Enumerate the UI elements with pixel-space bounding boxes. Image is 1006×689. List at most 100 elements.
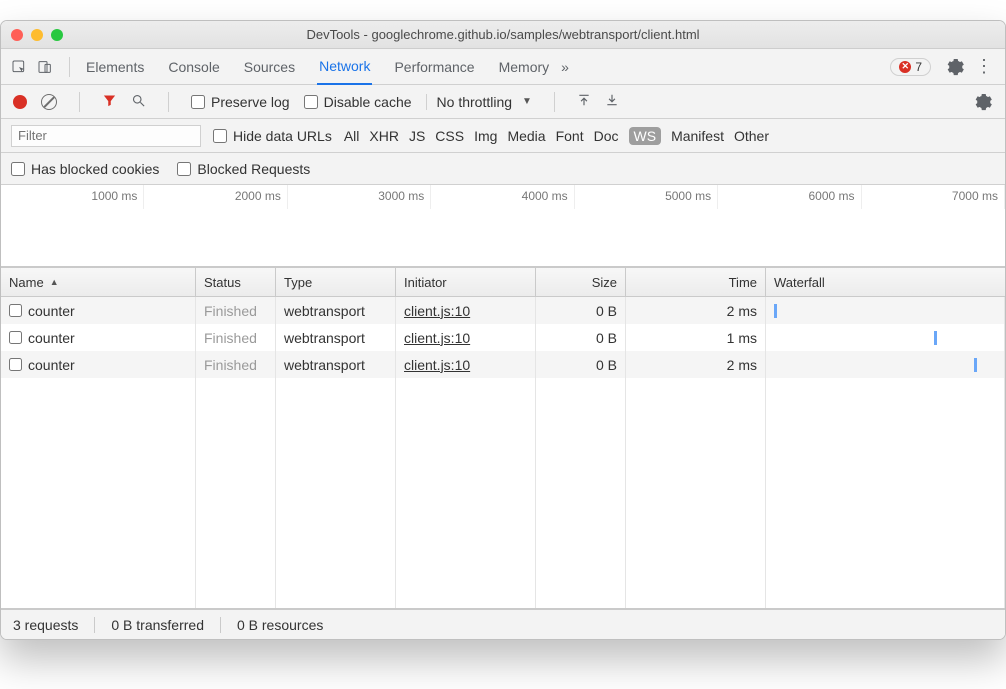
request-row[interactable]: counter Finishedwebtransport client.js:10 0… — [1, 297, 1005, 324]
hide-data-urls-label: Hide data URLs — [233, 128, 332, 144]
request-time: 1 ms — [626, 324, 766, 351]
blocked-cookies-checkbox[interactable]: Has blocked cookies — [11, 161, 159, 177]
request-type: webtransport — [276, 297, 396, 324]
tab-elements[interactable]: Elements — [84, 50, 146, 84]
inspect-icon[interactable] — [9, 57, 29, 77]
request-time: 2 ms — [626, 351, 766, 378]
close-icon[interactable] — [11, 29, 23, 41]
divider — [69, 57, 70, 77]
filter-type-all[interactable]: All — [344, 128, 360, 144]
filter-type-xhr[interactable]: XHR — [369, 128, 399, 144]
window-title: DevTools - googlechrome.github.io/sample… — [1, 27, 1005, 42]
filter-bar-row2: Has blocked cookies Blocked Requests — [1, 153, 1005, 185]
settings-icon[interactable] — [945, 57, 965, 77]
preserve-log-checkbox[interactable]: Preserve log — [191, 94, 290, 110]
import-har-icon[interactable] — [577, 93, 591, 110]
devtools-window: DevTools - googlechrome.github.io/sample… — [0, 20, 1006, 640]
table-empty-area — [1, 378, 1005, 609]
panel-tabbar: Elements Console Sources Network Performance… — [1, 49, 1005, 85]
overview-timeline[interactable]: 1000 ms2000 ms3000 ms4000 ms5000 ms6000 … — [1, 185, 1005, 267]
error-count-badge[interactable]: ✕ 7 — [890, 58, 931, 76]
request-size: 0 B — [536, 351, 626, 378]
col-waterfall[interactable]: Waterfall — [766, 268, 1005, 296]
minimize-icon[interactable] — [31, 29, 43, 41]
request-size: 0 B — [536, 324, 626, 351]
timeline-tick: 4000 ms — [431, 185, 574, 209]
filter-type-js[interactable]: JS — [409, 128, 425, 144]
tab-performance[interactable]: Performance — [392, 50, 476, 84]
col-type[interactable]: Type — [276, 268, 396, 296]
hide-data-urls-checkbox[interactable]: Hide data URLs — [213, 128, 332, 144]
col-time[interactable]: Time — [626, 268, 766, 296]
filter-type-other[interactable]: Other — [734, 128, 769, 144]
kebab-menu-icon[interactable]: ⋮ — [971, 56, 997, 77]
blocked-cookies-label: Has blocked cookies — [31, 161, 159, 177]
request-rows: counter Finishedwebtransport client.js:10 0… — [1, 297, 1005, 378]
timeline-tick: 3000 ms — [288, 185, 431, 209]
network-toolbar: Preserve log Disable cache No throttling… — [1, 85, 1005, 119]
filter-type-img[interactable]: Img — [474, 128, 497, 144]
filter-type-font[interactable]: Font — [556, 128, 584, 144]
filter-input[interactable] — [11, 125, 201, 147]
row-checkbox[interactable] — [9, 358, 22, 371]
error-icon: ✕ — [899, 61, 911, 73]
divider — [94, 617, 95, 633]
table-header: Name▲ Status Type Initiator Size Time Wa… — [1, 267, 1005, 297]
request-name: counter — [28, 303, 75, 319]
request-size: 0 B — [536, 297, 626, 324]
overflow-tabs[interactable]: » — [557, 50, 571, 84]
row-checkbox[interactable] — [9, 331, 22, 344]
status-requests: 3 requests — [13, 617, 78, 633]
blocked-requests-label: Blocked Requests — [197, 161, 310, 177]
filter-toggle-icon[interactable] — [102, 93, 117, 111]
row-checkbox[interactable] — [9, 304, 22, 317]
col-status[interactable]: Status — [196, 268, 276, 296]
blocked-requests-checkbox[interactable]: Blocked Requests — [177, 161, 310, 177]
tab-memory[interactable]: Memory — [497, 50, 552, 84]
col-name[interactable]: Name▲ — [1, 268, 196, 296]
request-status: Finished — [196, 297, 276, 324]
filter-type-manifest[interactable]: Manifest — [671, 128, 724, 144]
request-initiator-link[interactable]: client.js:10 — [404, 330, 470, 346]
tab-network[interactable]: Network — [317, 49, 372, 85]
timeline-tick: 2000 ms — [144, 185, 287, 209]
titlebar: DevTools - googlechrome.github.io/sample… — [1, 21, 1005, 49]
filter-type-css[interactable]: CSS — [435, 128, 464, 144]
panel-tabs: Elements Console Sources Network Performance… — [84, 49, 551, 85]
request-type: webtransport — [276, 351, 396, 378]
device-toolbar-icon[interactable] — [35, 57, 55, 77]
request-row[interactable]: counterFinishedwebtransportclient.js:100… — [1, 351, 1005, 378]
network-settings-icon[interactable] — [973, 92, 993, 112]
divider — [79, 92, 80, 112]
col-initiator[interactable]: Initiator — [396, 268, 536, 296]
request-initiator-link[interactable]: client.js:10 — [404, 357, 470, 373]
record-button[interactable] — [13, 95, 27, 109]
throttling-select[interactable]: No throttling ▼ — [426, 94, 532, 110]
tab-console[interactable]: Console — [166, 50, 221, 84]
timeline-tick: 7000 ms — [862, 185, 1005, 209]
search-icon[interactable] — [131, 93, 146, 111]
request-row[interactable]: counterFinishedwebtransportclient.js:100… — [1, 324, 1005, 351]
status-resources: 0 B resources — [237, 617, 323, 633]
filter-type-media[interactable]: Media — [507, 128, 545, 144]
divider — [220, 617, 221, 633]
timeline-tick: 6000 ms — [718, 185, 861, 209]
preserve-log-label: Preserve log — [211, 94, 290, 110]
divider — [554, 92, 555, 112]
request-status: Finished — [196, 351, 276, 378]
request-waterfall — [766, 297, 1005, 324]
export-har-icon[interactable] — [605, 93, 619, 110]
disable-cache-checkbox[interactable]: Disable cache — [304, 94, 412, 110]
filter-type-doc[interactable]: Doc — [594, 128, 619, 144]
timeline-tick: 1000 ms — [1, 185, 144, 209]
disable-cache-label: Disable cache — [324, 94, 412, 110]
status-transferred: 0 B transferred — [111, 617, 204, 633]
clear-button[interactable] — [41, 94, 57, 110]
tab-sources[interactable]: Sources — [242, 50, 297, 84]
chevron-down-icon: ▼ — [522, 96, 532, 107]
col-size[interactable]: Size — [536, 268, 626, 296]
filter-type-ws[interactable]: WS — [629, 127, 662, 145]
zoom-icon[interactable] — [51, 29, 63, 41]
request-initiator-link[interactable]: client.js:10 — [404, 303, 470, 319]
sort-asc-icon: ▲ — [50, 277, 59, 287]
